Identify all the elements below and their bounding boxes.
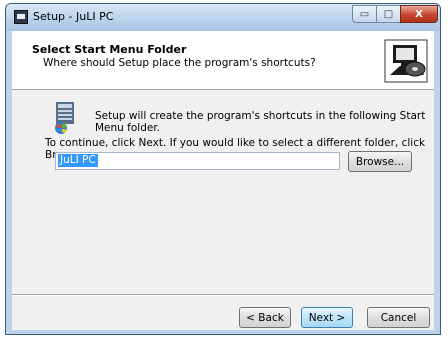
cancel-button[interactable]: Cancel	[367, 307, 430, 328]
browse-button[interactable]: Browse...	[348, 151, 412, 172]
close-button[interactable]: X	[400, 5, 438, 23]
maximize-button[interactable]: □	[376, 5, 401, 23]
setup-app-icon	[14, 10, 28, 24]
setup-window: Setup - JuLI PC ▭ □ X Select Start Menu …	[5, 3, 441, 335]
page-subtitle: Where should Setup place the program's s…	[43, 57, 316, 69]
info-text: Setup will create the program's shortcut…	[95, 110, 426, 134]
page-title: Select Start Menu Folder	[32, 43, 187, 56]
start-menu-folder-input[interactable]	[55, 152, 340, 170]
computer-disc-icon	[384, 39, 428, 83]
wizard-header: Select Start Menu Folder Where should Se…	[12, 31, 434, 90]
window-title: Setup - JuLI PC	[33, 10, 114, 23]
minimize-icon: ▭	[359, 8, 370, 20]
maximize-icon: □	[383, 8, 394, 20]
footer-divider	[12, 294, 434, 296]
minimize-button[interactable]: ▭	[352, 5, 377, 23]
selected-folder-text: JuLI PC	[58, 154, 98, 167]
back-button[interactable]: < Back	[239, 307, 291, 328]
title-bar[interactable]: Setup - JuLI PC ▭ □ X	[6, 4, 440, 31]
wizard-client-area: Select Start Menu Folder Where should Se…	[12, 31, 434, 330]
next-button[interactable]: Next >	[301, 307, 353, 328]
start-menu-folder-icon	[55, 102, 74, 134]
close-icon: X	[415, 8, 423, 20]
